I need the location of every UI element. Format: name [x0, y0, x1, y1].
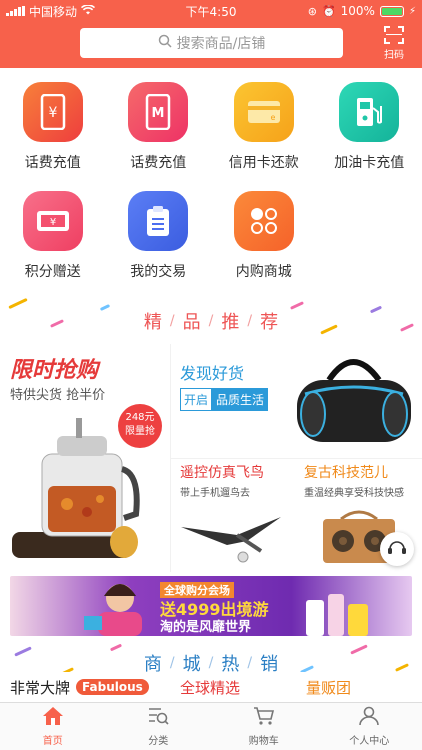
gas-pump-icon [339, 82, 400, 142]
flash-sale-card[interactable]: 限时抢购 特供尖货 抢半价 248元 限量抢 [0, 344, 170, 572]
section-title-char: 品 [182, 312, 201, 333]
credit-card-icon: e [233, 82, 294, 142]
flash-sale-subtitle: 特供尖货 抢半价 [10, 388, 106, 403]
search-input[interactable]: 搜索商品/店铺 [80, 28, 343, 58]
tag-quality: 品质生活 [212, 388, 269, 411]
tab-category[interactable]: 分类 [106, 703, 212, 750]
fabulous-brand-link[interactable]: 非常大牌 Fabulous [10, 677, 149, 698]
tab-label: 首页 [42, 736, 63, 747]
banner-slogan: 淘的是风靡世界 [160, 620, 252, 635]
grid-item-label: 积分赠送 [24, 264, 81, 280]
kettle-image [12, 414, 152, 568]
robot-bird-subtitle: 带上手机遛鸟去 [180, 488, 250, 499]
home-icon [42, 706, 64, 729]
status-time: 下午4:50 [185, 4, 237, 19]
grid-item-phone-recharge[interactable]: ¥ 话费充值 [0, 80, 106, 188]
section-title-char: 荐 [260, 312, 279, 333]
hot-categories-row: 非常大牌 Fabulous 全球精选 量贩团 [0, 672, 422, 702]
grid-item-label: 信用卡还款 [228, 155, 299, 171]
tab-profile[interactable]: 个人中心 [317, 703, 422, 750]
tab-home[interactable]: 首页 [0, 703, 106, 750]
grid-item-points[interactable]: ¥ 积分赠送 [0, 189, 106, 297]
bird-image [177, 501, 287, 567]
discover-card[interactable]: 发现好货 开启 品质生活 [171, 344, 422, 458]
tab-label: 分类 [148, 736, 169, 747]
top-header: 中国移动 下午4:50 ⊛ ⏰ 100% ⚡ 搜索商品/店铺 扫码 [0, 0, 422, 68]
scan-button[interactable]: 扫码 [380, 26, 408, 61]
svg-text:e: e [270, 113, 275, 122]
headset-icon [387, 538, 407, 560]
grid-item-label: 我的交易 [130, 264, 187, 280]
svg-text:¥: ¥ [50, 217, 56, 228]
duffel-bag-image [291, 350, 417, 458]
grid-item-credit-card[interactable]: e 信用卡还款 [211, 80, 317, 188]
svg-text:¥: ¥ [48, 105, 57, 121]
flash-sale-title: 限时抢购 [10, 358, 99, 383]
grid-item-phone-recharge-2[interactable]: M 话费充值 [106, 80, 212, 188]
grid-item-label: 话费充值 [24, 155, 81, 171]
tab-label: 购物车 [248, 736, 279, 747]
bottom-tab-bar: 首页 分类 购物车 个人中心 [0, 702, 422, 750]
category-icon [147, 706, 169, 729]
scan-icon [384, 26, 404, 44]
phone-yen-icon: ¥ [22, 82, 83, 142]
banner-bottles-image [302, 590, 372, 636]
customer-service-button[interactable] [380, 532, 414, 566]
tab-label: 个人中心 [349, 736, 390, 747]
wifi-icon [80, 4, 96, 18]
fabulous-badge: Fabulous [76, 679, 149, 695]
banner-model-image [80, 576, 160, 636]
promo-area: 限时抢购 特供尖货 抢半价 248元 限量抢 发现好货 开启 品质生活 遥控仿真… [0, 344, 422, 572]
section-title-char: 推 [221, 312, 240, 333]
global-select-link[interactable]: 全球精选 [180, 677, 240, 698]
carrier-name: 中国移动 [29, 4, 78, 19]
ticket-icon: ¥ [22, 191, 83, 251]
dots-icon [233, 191, 294, 251]
grid-item-internal-mall[interactable]: 内购商城 [211, 189, 317, 297]
grid-item-gas-card[interactable]: 加油卡充值 [317, 80, 422, 188]
discover-title: 发现好货 [180, 364, 245, 383]
robot-bird-card[interactable]: 遥控仿真飞鸟 带上手机遛鸟去 [171, 459, 296, 572]
speaker-title: 复古科技范儿 [304, 465, 388, 481]
global-shopping-banner[interactable]: 全球购分会场 送4999出境游 淘的是风靡世界 [10, 576, 412, 636]
fabulous-label: 非常大牌 [10, 678, 71, 697]
section-header-recommended: 精 / 品 / 推 / 荐 [0, 298, 422, 344]
tag-open: 开启 [180, 388, 213, 411]
user-icon [358, 706, 380, 729]
group-buy-link[interactable]: 量贩团 [306, 677, 351, 698]
search-icon [158, 34, 172, 52]
battery-percent: 100% [340, 4, 375, 18]
grid-item-label: 话费充值 [130, 155, 187, 171]
battery-icon [379, 5, 404, 17]
discover-tag: 开启 品质生活 [180, 388, 269, 411]
clipboard-icon [128, 191, 189, 251]
grid-item-label: 加油卡充值 [334, 155, 405, 171]
signal-icon [6, 6, 25, 16]
search-placeholder: 搜索商品/店铺 [176, 36, 266, 52]
phone-m-icon: M [128, 82, 189, 142]
alarm-icon: ⏰ [321, 4, 336, 18]
tab-cart[interactable]: 购物车 [211, 703, 317, 750]
grid-item-my-transactions[interactable]: 我的交易 [106, 189, 212, 297]
speaker-subtitle: 重温经典享受科技快感 [304, 488, 404, 499]
scan-label: 扫码 [384, 50, 404, 61]
lock-rotation-icon: ⊛ [307, 4, 317, 18]
charging-icon: ⚡ [408, 5, 416, 17]
robot-bird-title: 遥控仿真飞鸟 [180, 465, 264, 481]
svg-text:M: M [152, 106, 165, 121]
section-title-char: 精 [143, 312, 162, 333]
status-bar: 中国移动 下午4:50 ⊛ ⏰ 100% ⚡ [0, 0, 422, 22]
service-grid: ¥ 话费充值 M 话费充值 e 信用卡还款 加油卡充值 ¥ 积分赠送 我的交易 [0, 68, 422, 298]
grid-item-label: 内购商城 [235, 264, 292, 280]
cart-icon [253, 706, 275, 729]
